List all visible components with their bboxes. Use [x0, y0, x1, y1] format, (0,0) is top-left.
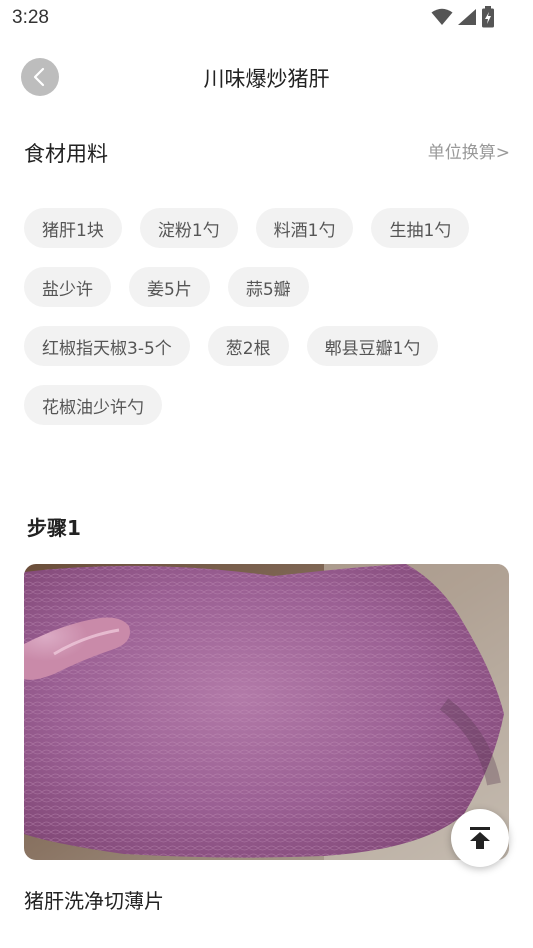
ingredient-tags: 猪肝1块 淀粉1勺 料酒1勺 生抽1勺 盐少许 姜5片 蒜5瓣 红椒指天椒3-5… [24, 208, 510, 444]
ingredient-tag: 花椒油少许勺 [24, 385, 162, 425]
ingredient-tag: 郫县豆瓣1勺 [306, 326, 439, 366]
ingredient-tag: 生抽1勺 [371, 208, 470, 248]
status-time: 3:28 [12, 7, 49, 28]
ingredients-header: 食材用料 单位换算> [24, 136, 510, 168]
ingredients-section-title: 食材用料 [24, 142, 108, 166]
signal-icon [458, 9, 476, 25]
ingredient-tag: 淀粉1勺 [139, 208, 238, 248]
ingredient-tag: 料酒1勺 [255, 208, 354, 248]
ingredient-tag: 盐少许 [24, 267, 111, 307]
ingredient-tag: 葱2根 [207, 326, 289, 366]
unit-conversion-link[interactable]: 单位换算> [428, 138, 510, 163]
wifi-icon [431, 8, 453, 25]
ingredient-tag: 红椒指天椒3-5个 [24, 326, 190, 366]
step-image [24, 564, 509, 860]
page-title: 川味爆炒猪肝 [203, 67, 330, 91]
status-icons [431, 6, 495, 28]
ingredient-tag-row: 花椒油少许勺 [24, 385, 510, 425]
arrow-up-to-top-icon [470, 827, 490, 849]
ingredient-tag-row: 盐少许 姜5片 蒜5瓣 [24, 267, 510, 307]
step-title: 步骤1 [27, 516, 81, 540]
scroll-top-button[interactable] [451, 809, 509, 867]
step-description: 猪肝洗净切薄片 [24, 889, 164, 913]
ingredient-tag-row: 猪肝1块 淀粉1勺 料酒1勺 生抽1勺 [24, 208, 510, 248]
nav-bar: 川味爆炒猪肝 [0, 50, 533, 104]
ingredient-tag: 猪肝1块 [24, 208, 122, 248]
status-bar: 3:28 [0, 0, 533, 36]
ingredient-tag: 蒜5瓣 [227, 267, 309, 307]
ingredient-tag: 姜5片 [129, 267, 210, 307]
ingredient-tag-row: 红椒指天椒3-5个 葱2根 郫县豆瓣1勺 [24, 326, 510, 366]
battery-charging-icon [482, 6, 494, 28]
step-photo [24, 564, 509, 860]
